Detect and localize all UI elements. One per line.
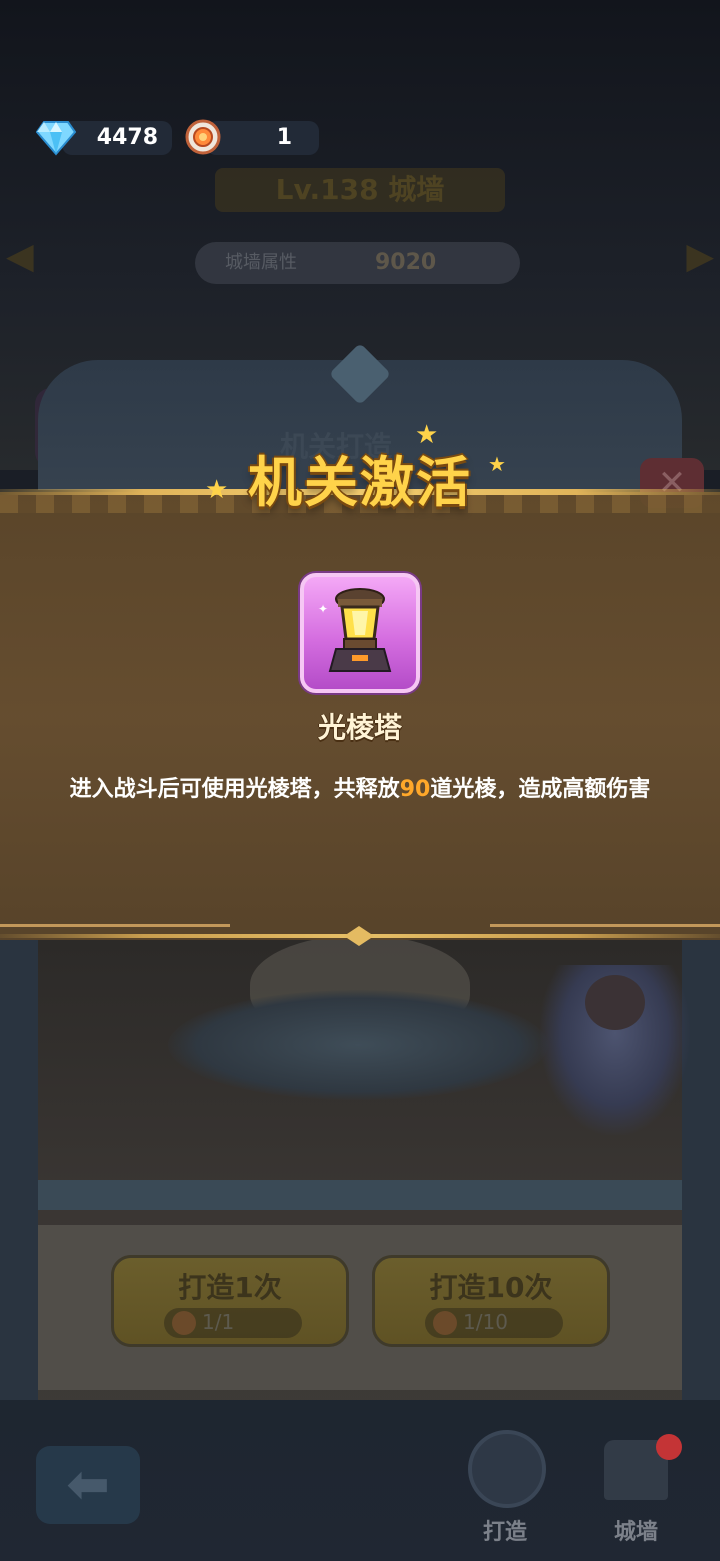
token-icon xyxy=(433,1311,457,1335)
forge-once-cost: 1/1 xyxy=(164,1308,302,1338)
notification-dot xyxy=(656,1434,682,1460)
desc-text: 进入战斗后可使用光棱塔，共释放 xyxy=(69,777,400,802)
desc-text: 道光棱，造成高额伤害 xyxy=(430,777,651,802)
item-description: 进入战斗后可使用光棱塔，共释放90道光棱，造成高额伤害 xyxy=(50,772,670,808)
frame-left xyxy=(0,940,38,1410)
popup-deco-right xyxy=(490,924,720,927)
nav-wall-label[interactable]: 城墙 xyxy=(596,1514,676,1546)
forge-gear-icon[interactable] xyxy=(468,1430,546,1508)
prism-tower-icon: ✦ xyxy=(318,588,392,672)
forge-token-icon xyxy=(185,119,221,155)
forge-once-label: 打造1次 xyxy=(178,1271,282,1304)
star-icon: ★ xyxy=(415,420,439,450)
diamond-count: 4478 xyxy=(96,125,158,150)
svg-text:✦: ✦ xyxy=(318,602,328,616)
forge-ten-cost: 1/10 xyxy=(425,1308,563,1338)
back-arrow-icon: ⬅ xyxy=(66,1455,110,1515)
desc-highlight-count: 90 xyxy=(399,777,431,802)
forge-pedestal xyxy=(168,990,548,1100)
diamond-icon xyxy=(36,121,76,156)
star-icon: ★ xyxy=(488,452,506,476)
forge-ten-cost-text: 1/10 xyxy=(463,1310,508,1334)
item-name: 光棱塔 xyxy=(317,711,402,744)
nav-forge-label[interactable]: 打造 xyxy=(460,1514,550,1546)
floor-strip xyxy=(38,1180,682,1210)
forge-once-cost-text: 1/1 xyxy=(202,1310,235,1334)
forge-ten-button[interactable]: 打造10次 1/10 xyxy=(372,1255,610,1347)
wall-stat-label: 城墙属性 xyxy=(225,252,297,273)
star-icon: ★ xyxy=(205,475,229,505)
item-card: ✦ xyxy=(300,573,420,693)
prev-arrow-icon: ◀ xyxy=(6,236,34,277)
token-icon xyxy=(172,1311,196,1335)
wall-stat-value: 9020 xyxy=(375,250,437,275)
next-arrow-icon: ▶ xyxy=(686,236,714,277)
forge-once-button[interactable]: 打造1次 1/1 xyxy=(111,1255,349,1347)
forge-ten-label: 打造10次 xyxy=(429,1271,553,1304)
popup-deco-left xyxy=(0,924,230,927)
wall-title: Lv.138 城墙 xyxy=(275,173,445,206)
token-count: 1 xyxy=(276,125,292,150)
hero-head xyxy=(585,975,645,1030)
popup-title: 机关激活 xyxy=(248,451,472,514)
